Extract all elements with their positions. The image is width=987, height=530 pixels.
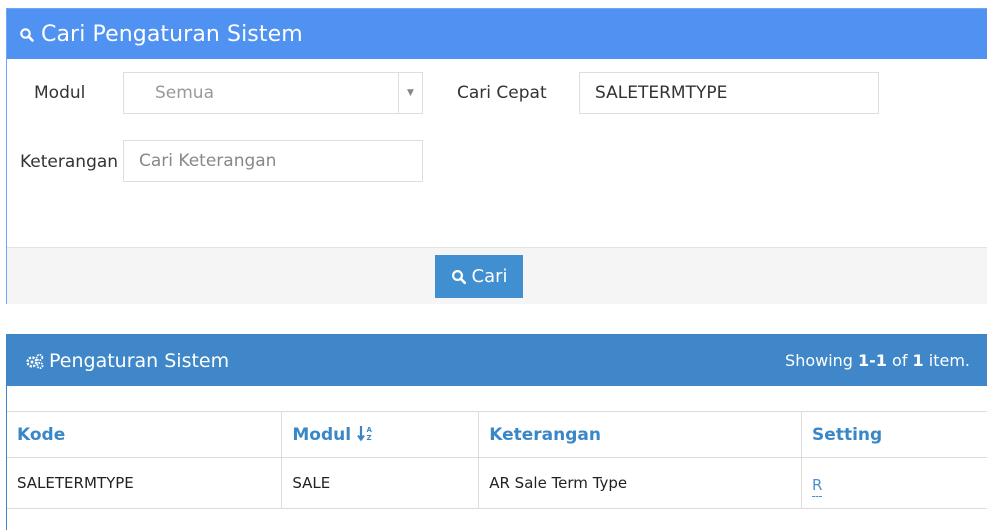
quick-search-input[interactable]: SALETERMTYPE	[579, 72, 879, 114]
search-icon	[451, 269, 466, 284]
column-header-kode[interactable]: Kode	[7, 411, 283, 458]
cell-keterangan: AR Sale Term Type	[478, 457, 803, 509]
table-row: SALETERMTYPE SALE AR Sale Term Type R	[7, 457, 987, 509]
description-label: Keterangan	[20, 152, 119, 172]
search-panel: Cari Pengaturan Sistem Modul Semua ▼ Car…	[6, 8, 987, 304]
modul-select[interactable]: Semua ▼	[123, 72, 423, 114]
quick-search-label: Cari Cepat	[457, 83, 547, 103]
sort-ascending-icon: A Z	[357, 426, 373, 442]
svg-text:Z: Z	[367, 434, 372, 442]
modul-select-value: Semua	[155, 83, 215, 103]
modul-label: Modul	[34, 83, 86, 103]
results-panel-title: Pengaturan Sistem	[49, 349, 230, 372]
results-range: 1-1	[858, 351, 887, 370]
search-button[interactable]: Cari	[435, 255, 523, 298]
search-icon	[20, 28, 34, 42]
results-panel-header: Pengaturan Sistem Showing 1-1 of 1 item.	[7, 335, 987, 386]
search-panel-title: Cari Pengaturan Sistem	[41, 21, 303, 47]
description-placeholder: Cari Keterangan	[139, 151, 277, 171]
svg-text:A: A	[367, 426, 373, 434]
search-panel-header: Cari Pengaturan Sistem	[7, 9, 987, 59]
search-panel-footer: Cari	[7, 247, 987, 304]
gears-icon	[26, 353, 44, 369]
column-header-setting[interactable]: Setting	[801, 411, 987, 458]
results-panel: Pengaturan Sistem Showing 1-1 of 1 item.…	[6, 334, 987, 530]
quick-search-value: SALETERMTYPE	[595, 83, 728, 103]
results-total: 1	[912, 351, 924, 370]
setting-link[interactable]: R	[812, 476, 823, 497]
chevron-down-icon[interactable]: ▼	[398, 73, 422, 113]
column-header-keterangan[interactable]: Keterangan	[478, 411, 803, 458]
cell-setting: R	[801, 457, 987, 509]
cell-kode: SALETERMTYPE	[7, 457, 283, 509]
results-summary: Showing 1-1 of 1 item.	[785, 351, 970, 370]
cell-modul: SALE	[281, 457, 480, 509]
column-header-modul[interactable]: Modul A Z	[281, 411, 480, 458]
description-input[interactable]: Cari Keterangan	[123, 140, 423, 182]
results-table: Kode Modul A Z Keterangan Setting SALETE…	[7, 411, 987, 509]
search-button-label: Cari	[471, 266, 508, 287]
table-header-row: Kode Modul A Z Keterangan Setting	[7, 411, 987, 458]
